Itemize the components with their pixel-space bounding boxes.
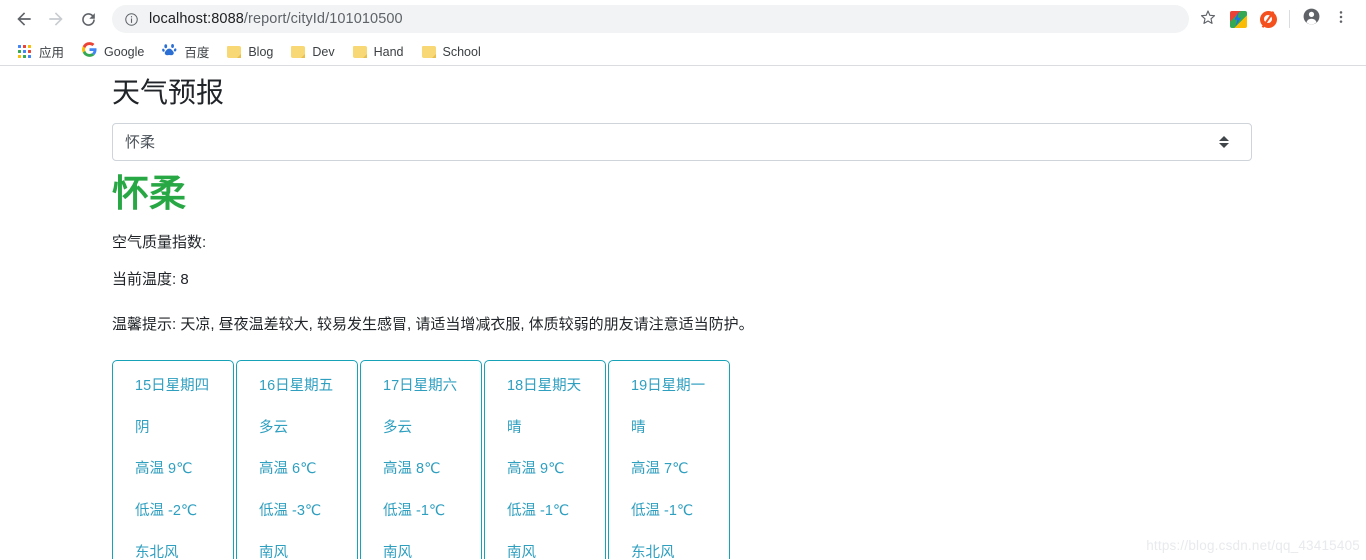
warm-tip-line: 温馨提示: 天凉, 昼夜温差较大, 较易发生感冒, 请适当增减衣服, 体质较弱的… (112, 315, 754, 333)
reload-icon (79, 10, 98, 29)
forecast-low: 低温 -3℃ (259, 503, 322, 520)
star-icon (1199, 8, 1217, 31)
current-temperature-line: 当前温度: 8 (112, 271, 189, 289)
folder-icon (352, 45, 367, 58)
extension-one-button[interactable] (1223, 4, 1253, 34)
forecast-high: 高温 9℃ (507, 461, 565, 478)
bookmark-star-button[interactable] (1193, 4, 1223, 34)
city-select[interactable]: 怀柔 (112, 122, 1252, 161)
url-text: localhost:8088/report/cityId/101010500 (149, 11, 403, 27)
profile-icon (1302, 7, 1321, 31)
forecast-card[interactable]: 16日星期五 多云 高温 6℃ 低温 -3℃ 南风 (236, 360, 358, 559)
forecast-date: 19日星期一 (631, 378, 706, 395)
url-path: /report/cityId/101010500 (243, 11, 403, 27)
forecast-date: 17日星期六 (383, 378, 458, 395)
forecast-card[interactable]: 17日星期六 多云 高温 8℃ 低温 -1℃ 南风 (360, 360, 482, 559)
forecast-date: 15日星期四 (135, 378, 210, 395)
bookmark-blog[interactable]: Blog (219, 41, 281, 63)
forecast-high: 高温 6℃ (259, 461, 317, 478)
bookmarks-bar: 应用 Google 百度 Blog Dev Hand School (0, 38, 1366, 66)
forecast-date: 18日星期天 (507, 378, 582, 395)
city-select-value: 怀柔 (125, 134, 156, 152)
forecast-condition: 晴 (507, 419, 522, 436)
browser-menu-button[interactable] (1326, 4, 1356, 34)
forecast-low: 低温 -1℃ (383, 503, 446, 520)
forecast-wind: 南风 (383, 544, 412, 559)
folder-icon (227, 45, 242, 58)
chevron-updown-icon (1219, 135, 1229, 148)
forecast-high: 高温 9℃ (135, 461, 193, 478)
bookmark-label: 百度 (184, 46, 210, 60)
browser-toolbar: localhost:8088/report/cityId/101010500 (0, 0, 1366, 38)
bookmark-baidu[interactable]: 百度 (154, 41, 217, 63)
forecast-high: 高温 8℃ (383, 461, 441, 478)
bookmark-label: School (442, 44, 481, 59)
bookmark-school[interactable]: School (414, 41, 489, 63)
forecast-condition: 阴 (135, 419, 150, 436)
url-host: localhost:8088 (149, 11, 244, 27)
forecast-wind: 东北风 (631, 544, 675, 559)
kebab-menu-icon (1333, 9, 1349, 30)
extension-two-button[interactable] (1253, 4, 1283, 34)
folder-icon (421, 45, 436, 58)
profile-button[interactable] (1296, 4, 1326, 34)
apps-grid-icon (18, 44, 32, 59)
forecast-card[interactable]: 19日星期一 晴 高温 7℃ 低温 -1℃ 东北风 (608, 360, 730, 559)
site-info-icon[interactable] (124, 12, 139, 27)
forward-button[interactable] (42, 5, 70, 33)
page-title: 天气预报 (112, 77, 225, 108)
forecast-date: 16日星期五 (259, 378, 334, 395)
city-heading: 怀柔 (112, 172, 186, 214)
forecast-card[interactable]: 18日星期天 晴 高温 9℃ 低温 -1℃ 南风 (484, 360, 606, 559)
address-bar[interactable]: localhost:8088/report/cityId/101010500 (112, 5, 1189, 33)
bookmark-label: 应用 (39, 46, 65, 60)
bookmark-hand[interactable]: Hand (345, 41, 412, 63)
toolbar-divider (1289, 10, 1290, 28)
extension-icon (1259, 10, 1277, 28)
bookmark-google[interactable]: Google (74, 41, 152, 63)
folder-icon (291, 45, 306, 58)
page-content: 天气预报 怀柔 怀柔 空气质量指数: 当前温度: 8 温馨提示: 天凉, 昼夜温… (0, 66, 1366, 559)
air-quality-line: 空气质量指数: (112, 233, 207, 251)
back-button[interactable] (10, 5, 38, 33)
bookmark-label: Blog (248, 44, 274, 59)
forecast-wind: 南风 (259, 544, 288, 559)
back-arrow-icon (14, 9, 34, 29)
content-container: 天气预报 怀柔 怀柔 空气质量指数: 当前温度: 8 温馨提示: 天凉, 昼夜温… (0, 66, 1366, 559)
watermark: https://blog.csdn.net/qq_43415405 (1146, 538, 1360, 553)
forecast-condition: 多云 (259, 419, 288, 436)
forecast-condition: 晴 (631, 419, 646, 436)
bookmark-label: Hand (373, 44, 404, 59)
forecast-high: 高温 7℃ (631, 461, 689, 478)
baidu-icon (162, 42, 177, 62)
forecast-wind: 南风 (507, 544, 536, 559)
browser-window: localhost:8088/report/cityId/101010500 应… (0, 0, 1366, 560)
bookmark-label: Google (104, 44, 145, 59)
forecast-card[interactable]: 15日星期四 阴 高温 9℃ 低温 -2℃ 东北风 (112, 360, 234, 559)
forecast-condition: 多云 (383, 419, 412, 436)
toolbar-right-group (1193, 4, 1356, 34)
reload-button[interactable] (74, 5, 102, 33)
google-icon (82, 41, 97, 62)
forward-arrow-icon (46, 9, 66, 29)
forecast-low: 低温 -1℃ (507, 503, 570, 520)
bookmark-dev[interactable]: Dev (283, 41, 342, 63)
forecast-low: 低温 -1℃ (631, 503, 694, 520)
bookmark-label: Dev (312, 44, 335, 59)
bookmark-apps[interactable]: 应用 (10, 41, 72, 63)
forecast-wind: 东北风 (135, 544, 179, 559)
forecast-low: 低温 -2℃ (135, 503, 198, 520)
forecast-card-row: 15日星期四 阴 高温 9℃ 低温 -2℃ 东北风 16日星期五 多云 高温 6… (112, 360, 1366, 559)
extension-icon (1229, 10, 1247, 28)
